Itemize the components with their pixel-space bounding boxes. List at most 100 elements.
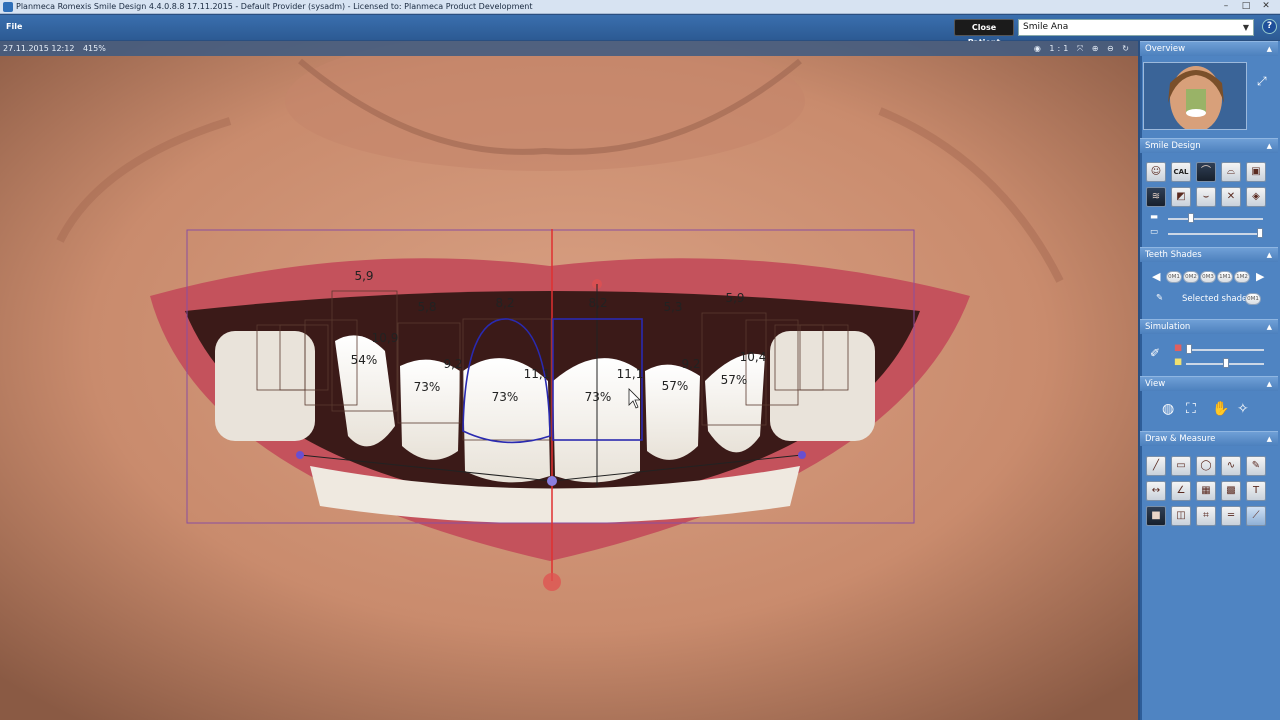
collapse-icon: ▲	[1266, 435, 1272, 443]
help-button[interactable]: ?	[1262, 19, 1277, 34]
view-header[interactable]: View ▲	[1140, 376, 1278, 391]
zoom-in-icon[interactable]: ⊕	[1092, 44, 1102, 53]
tooth-width-6: 5,9	[725, 291, 744, 305]
patient-name: Smile Ana	[1023, 22, 1069, 32]
eyedropper-icon[interactable]: ✎	[1156, 293, 1163, 303]
shade-chip[interactable]: 0M2	[1183, 271, 1199, 283]
rotate-icon[interactable]: ↻	[1122, 44, 1132, 53]
calibrate-icon[interactable]: ⟋	[1246, 506, 1266, 526]
collapse-icon: ▲	[1266, 142, 1272, 150]
close-window-button[interactable]: ✕	[1258, 1, 1274, 12]
menu-file[interactable]: File	[6, 22, 22, 31]
tooth-height-3: 11,1	[524, 367, 551, 381]
overview-header[interactable]: Overview ▲	[1140, 41, 1278, 56]
fill-icon[interactable]: ■	[1146, 506, 1166, 526]
size-slider-knob[interactable]	[1188, 213, 1194, 223]
draw-ellipse-icon[interactable]: ◯	[1196, 456, 1216, 476]
expand-icon[interactable]: ⤢	[1257, 74, 1267, 89]
tooth-ratio-3: 73%	[492, 390, 519, 404]
collapse-icon: ▲	[1266, 251, 1272, 259]
tooth-ratio-4: 73%	[585, 390, 612, 404]
brush-icon[interactable]: ✐	[1150, 346, 1160, 360]
draw-pen-icon[interactable]: ✎	[1246, 456, 1266, 476]
ruler-h-icon[interactable]: ═	[1221, 506, 1241, 526]
face-thumbnail-icon	[1144, 63, 1246, 129]
face-view-icon[interactable]: ◍	[1162, 401, 1174, 417]
smile-design-header[interactable]: Smile Design ▲	[1140, 138, 1278, 153]
hand-pan-icon[interactable]: ✋	[1212, 401, 1229, 417]
smile-photo: 5,9 10,9 54% 5,8 9,2 73% 8,2 11,1 73% 8,…	[0, 41, 1138, 720]
fit-screen-icon[interactable]: ⛶	[1186, 401, 1196, 417]
magic-wand-icon[interactable]: ✧	[1237, 401, 1249, 417]
crop-icon[interactable]: ⌗	[1196, 506, 1216, 526]
fit-icon[interactable]: ⤧	[1077, 44, 1086, 53]
tooth-ratio-1: 54%	[351, 353, 378, 367]
patient-select[interactable]: Smile Ana ▼	[1018, 19, 1254, 36]
overview-thumbnail[interactable]	[1143, 62, 1247, 130]
collapse-icon: ▲	[1266, 323, 1272, 331]
simulation-slider-1[interactable]	[1186, 349, 1264, 351]
light-swatch-icon: ■	[1174, 357, 1183, 367]
arch-icon[interactable]: ⌓	[1221, 162, 1241, 182]
shade-next-icon[interactable]: ▶	[1256, 270, 1264, 283]
viewer-tools: ◉ 1:1 ⤧ ⊕ ⊖ ↻	[1034, 41, 1132, 56]
tooth-outline-icon[interactable]: ⌒	[1196, 162, 1216, 182]
zoom-out-icon[interactable]: ⊖	[1107, 44, 1117, 53]
measure-text-icon[interactable]: T	[1246, 481, 1266, 501]
image-timestamp: 27.11.2015 12:12	[3, 44, 75, 53]
measure-grid-icon[interactable]: ▦	[1196, 481, 1216, 501]
measure-line-icon[interactable]: ↔	[1146, 481, 1166, 501]
stamp-icon[interactable]: ◫	[1171, 506, 1191, 526]
selected-shade-chip: 0M1	[1245, 293, 1261, 305]
measure-angle-icon[interactable]: ∠	[1171, 481, 1191, 501]
simulation-header[interactable]: Simulation ▲	[1140, 319, 1278, 334]
close-patient-button[interactable]: Close Patient	[954, 19, 1014, 47]
upper-teeth-icon[interactable]: ≋	[1146, 187, 1166, 207]
tooth-ratio-6: 57%	[721, 373, 748, 387]
color-swatch-icon: ■	[1174, 343, 1183, 353]
image-viewer[interactable]: 5,9 10,9 54% 5,8 9,2 73% 8,2 11,1 73% 8,…	[0, 41, 1138, 720]
selected-shade-label: Selected shade	[1182, 294, 1248, 304]
tooth-ratio-5: 57%	[662, 379, 689, 393]
draw-line-icon[interactable]: ╱	[1146, 456, 1166, 476]
eye-icon[interactable]: ◉	[1034, 44, 1044, 53]
title-bar: Planmeca Romexis Smile Design 4.4.0.8.8 …	[0, 0, 1280, 14]
zoom-level: 415%	[82, 44, 106, 53]
app-icon	[3, 2, 13, 12]
draw-curve-icon[interactable]: ∿	[1221, 456, 1241, 476]
draw-rect-icon[interactable]: ▭	[1171, 456, 1191, 476]
opacity-slider[interactable]	[1168, 233, 1263, 235]
delete-tooth-icon[interactable]: ✕	[1221, 187, 1241, 207]
shade-chip[interactable]: 1M1	[1217, 271, 1233, 283]
brightness-icon: ▭	[1150, 227, 1159, 237]
window-title: Planmeca Romexis Smile Design 4.4.0.8.8 …	[16, 2, 533, 11]
tooth-width-2: 5,8	[417, 300, 436, 314]
ruler-icon: ▬	[1150, 212, 1159, 222]
tooth-library-icon[interactable]: ▣	[1246, 162, 1266, 182]
measure-area-icon[interactable]: ▩	[1221, 481, 1241, 501]
shade-chip[interactable]: 1M2	[1234, 271, 1250, 283]
collapse-icon: ▲	[1266, 45, 1272, 53]
tooth-width-5: 5,3	[663, 300, 682, 314]
zoom-1-1-button[interactable]: 1:1	[1049, 44, 1071, 53]
maximize-button[interactable]: □	[1238, 1, 1254, 12]
draw-measure-header[interactable]: Draw & Measure ▲	[1140, 431, 1278, 446]
face-icon[interactable]: ☺	[1146, 162, 1166, 182]
tooth-edit-icon[interactable]: ◩	[1171, 187, 1191, 207]
shade-prev-icon[interactable]: ◀	[1152, 270, 1160, 283]
shade-chip[interactable]: 0M1	[1166, 271, 1182, 283]
tooth-3d-icon[interactable]: ◈	[1246, 187, 1266, 207]
shade-chip[interactable]: 0M3	[1200, 271, 1216, 283]
simulation-slider-2-knob[interactable]	[1223, 358, 1229, 368]
opacity-slider-knob[interactable]	[1257, 228, 1263, 238]
calibrate-button[interactable]: CAL	[1171, 162, 1191, 182]
tooth-width-4: 8,2	[588, 296, 607, 310]
minimize-button[interactable]: –	[1218, 1, 1234, 12]
draw-measure-title: Draw & Measure	[1145, 434, 1216, 444]
simulation-slider-1-knob[interactable]	[1186, 344, 1192, 354]
teeth-shades-header[interactable]: Teeth Shades ▲	[1140, 247, 1278, 262]
lower-teeth-icon[interactable]: ⌣	[1196, 187, 1216, 207]
simulation-title: Simulation	[1145, 322, 1191, 332]
size-slider[interactable]	[1168, 218, 1263, 220]
collapse-icon: ▲	[1266, 380, 1272, 388]
